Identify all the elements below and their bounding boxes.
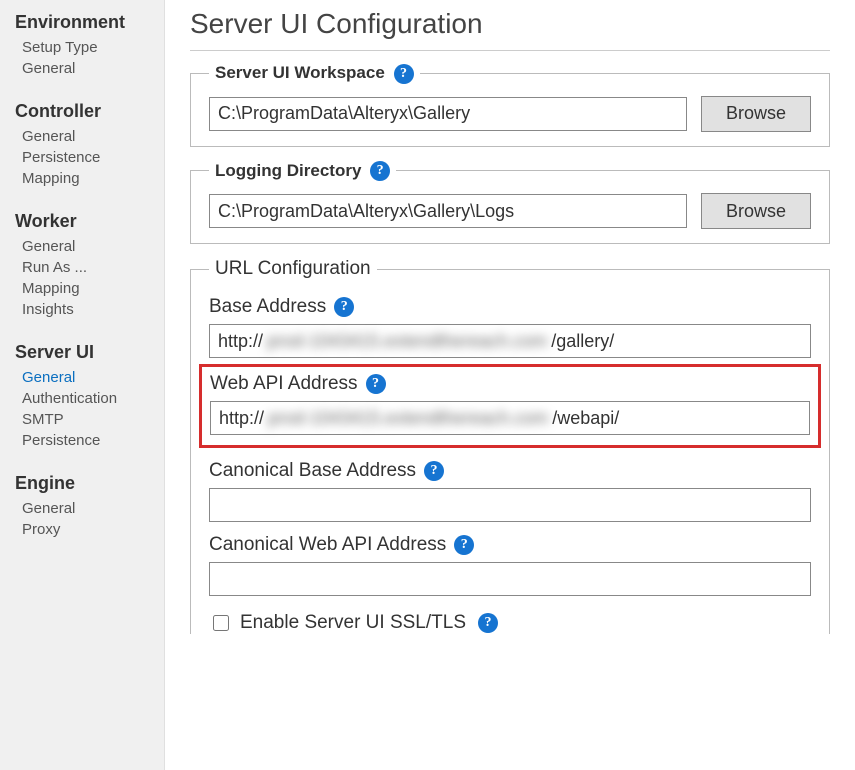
help-icon[interactable]: ? [370,161,390,181]
sidebar-item-ctrl-persistence[interactable]: Persistence [0,147,164,168]
workspace-browse-button[interactable]: Browse [701,96,811,132]
sidebar-item-engine-general[interactable]: General [0,498,164,519]
webapi-address-hidden: prod-1043415.extendthereach.com [264,408,552,429]
logging-browse-button[interactable]: Browse [701,193,811,229]
canonical-webapi-label: Canonical Web API Address ? [209,534,811,556]
sidebar-item-engine-proxy[interactable]: Proxy [0,519,164,540]
url-config-fieldset: URL Configuration Base Address ? http://… [190,258,830,634]
sidebar-item-worker-mapping[interactable]: Mapping [0,278,164,299]
base-address-label-text: Base Address [209,296,326,318]
help-icon[interactable]: ? [478,613,498,633]
sidebar-group-worker: Worker General Run As ... Mapping Insigh… [0,207,164,320]
sidebar-item-worker-insights[interactable]: Insights [0,299,164,320]
canonical-webapi-label-text: Canonical Web API Address [209,534,446,556]
sidebar-group-serverui: Server UI General Authentication SMTP Pe… [0,338,164,451]
logging-path-input[interactable] [209,194,687,228]
sidebar-group-title: Worker [0,207,164,236]
workspace-fieldset: Server UI Workspace ? Browse [190,63,830,147]
ssl-checkbox[interactable] [213,615,229,631]
canonical-webapi-input[interactable] [209,562,811,596]
help-icon[interactable]: ? [454,535,474,555]
sidebar-item-env-general[interactable]: General [0,58,164,79]
webapi-address-label-text: Web API Address [210,373,358,395]
canonical-base-input[interactable] [209,488,811,522]
webapi-address-suffix: /webapi/ [552,408,619,429]
canonical-base-label-text: Canonical Base Address [209,460,416,482]
main-content: Server UI Configuration Server UI Worksp… [165,0,855,770]
logging-legend: Logging Directory ? [209,161,396,182]
base-address-prefix: http:// [218,331,263,352]
sidebar-group-title: Controller [0,97,164,126]
ssl-label: Enable Server UI SSL/TLS [240,612,466,634]
sidebar-item-worker-runas[interactable]: Run As ... [0,257,164,278]
workspace-legend-text: Server UI Workspace [215,63,385,82]
logging-fieldset: Logging Directory ? Browse [190,161,830,245]
sidebar-group-title: Server UI [0,338,164,367]
workspace-legend: Server UI Workspace ? [209,63,420,84]
sidebar-item-serverui-smtp[interactable]: SMTP [0,409,164,430]
sidebar-item-ctrl-general[interactable]: General [0,126,164,147]
webapi-address-input[interactable]: http:// prod-1043415.extendthereach.com … [210,401,810,435]
webapi-highlight: Web API Address ? http:// prod-1043415.e… [199,364,821,448]
sidebar-item-setup-type[interactable]: Setup Type [0,37,164,58]
sidebar-item-serverui-general[interactable]: General [0,367,164,388]
sidebar-item-worker-general[interactable]: General [0,236,164,257]
base-address-input[interactable]: http:// prod-1043415.extendthereach.com … [209,324,811,358]
base-address-hidden: prod-1043415.extendthereach.com [263,331,551,352]
sidebar-item-serverui-persistence[interactable]: Persistence [0,430,164,451]
webapi-address-label: Web API Address ? [210,373,810,395]
workspace-path-input[interactable] [209,97,687,131]
ssl-row: Enable Server UI SSL/TLS ? [209,612,811,634]
sidebar-group-environment: Environment Setup Type General [0,8,164,79]
sidebar-item-ctrl-mapping[interactable]: Mapping [0,168,164,189]
page-title: Server UI Configuration [190,8,830,51]
sidebar: Environment Setup Type General Controlle… [0,0,165,770]
canonical-base-label: Canonical Base Address ? [209,460,811,482]
base-address-label: Base Address ? [209,296,811,318]
sidebar-group-title: Environment [0,8,164,37]
sidebar-group-engine: Engine General Proxy [0,469,164,540]
help-icon[interactable]: ? [334,297,354,317]
sidebar-group-title: Engine [0,469,164,498]
base-address-suffix: /gallery/ [551,331,614,352]
help-icon[interactable]: ? [366,374,386,394]
logging-legend-text: Logging Directory [215,161,361,180]
sidebar-group-controller: Controller General Persistence Mapping [0,97,164,189]
help-icon[interactable]: ? [424,461,444,481]
help-icon[interactable]: ? [394,64,414,84]
sidebar-item-serverui-auth[interactable]: Authentication [0,388,164,409]
url-config-legend: URL Configuration [209,258,377,280]
webapi-address-prefix: http:// [219,408,264,429]
